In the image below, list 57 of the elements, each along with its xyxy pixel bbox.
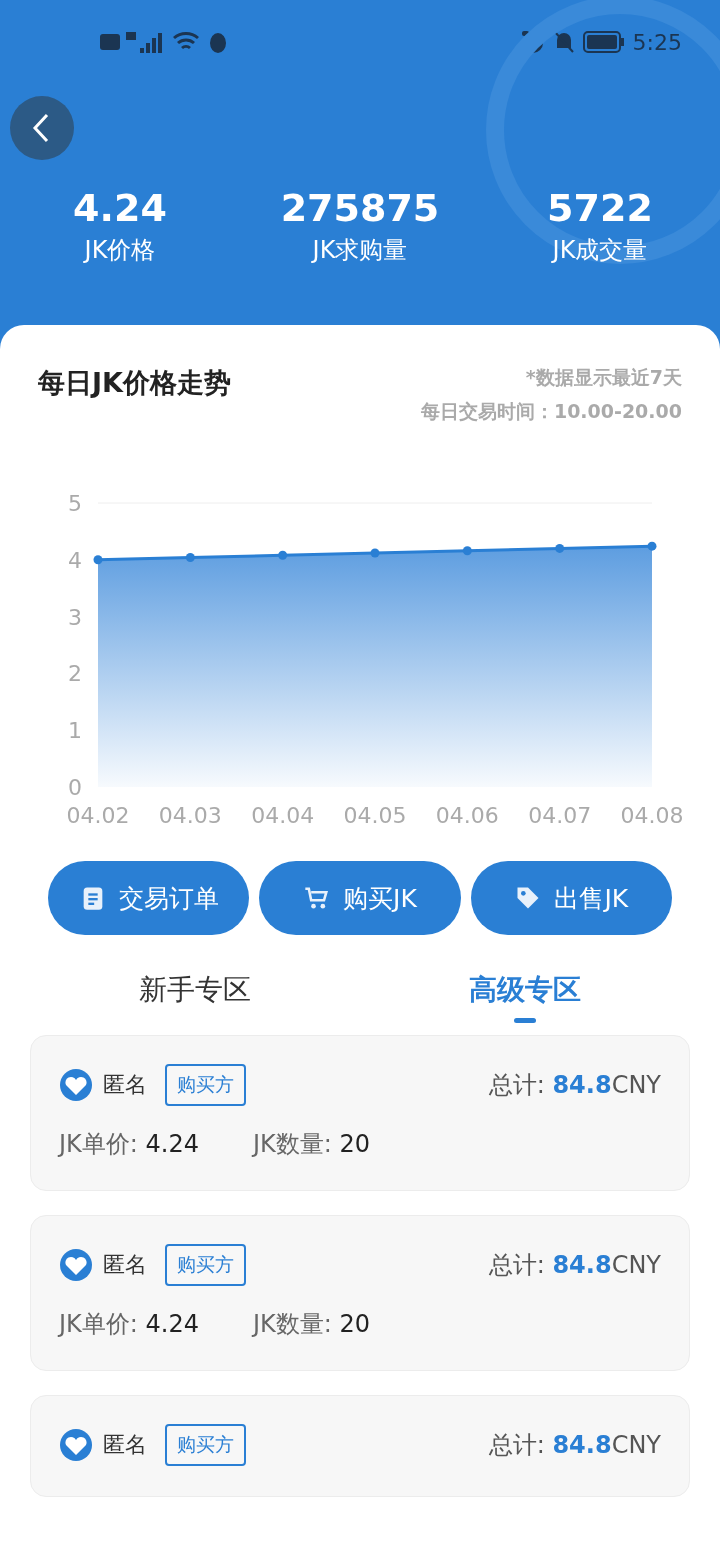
axis-label: 04.04 [251, 803, 315, 828]
user-name: 匿名 [103, 1071, 147, 1099]
axis-label: 0 [68, 775, 82, 800]
data-point [93, 555, 103, 565]
quantity: JK数量: 20 [253, 1309, 371, 1340]
data-point [555, 543, 565, 553]
stat-value: 275875 [280, 186, 440, 230]
user-name: 匿名 [103, 1431, 147, 1459]
axis-label: 04.05 [343, 803, 407, 828]
tab[interactable]: 高级专区 [360, 963, 690, 1029]
avatar-icon [59, 1248, 93, 1282]
order-card[interactable]: 匿名 购买方 总计: 84.8CNY JK单价: 4.24 JK数量: 20 [30, 1035, 690, 1191]
quantity: JK数量: 20 [253, 1129, 371, 1160]
data-point [462, 546, 472, 556]
user-name: 匿名 [103, 1251, 147, 1279]
axis-label: 04.08 [620, 803, 684, 828]
axis-label: 2 [68, 661, 82, 687]
order-total: 总计: 84.8CNY [488, 1070, 661, 1101]
role-tag: 购买方 [165, 1424, 246, 1466]
order-total: 总计: 84.8CNY [488, 1430, 661, 1461]
stat-value: 5722 [547, 186, 653, 230]
status-time: 5:25 [632, 29, 682, 55]
stat-value: 4.24 [73, 186, 167, 230]
tab-indicator [514, 1018, 536, 1023]
action-button[interactable]: 出售JK [470, 861, 672, 935]
signal-icon [100, 30, 164, 54]
order-total: 总计: 84.8CNY [488, 1250, 661, 1281]
axis-label: 4 [68, 547, 82, 573]
stat-label: JK价格 [84, 235, 156, 266]
role-tag: 购买方 [165, 1064, 246, 1106]
role-tag: 购买方 [165, 1244, 246, 1286]
axis-label: 04.06 [435, 803, 499, 828]
data-point [370, 548, 380, 558]
chart-note: *数据显示最近7天 [525, 365, 682, 390]
trading-hours: 每日交易时间：10.00-20.00 [420, 399, 682, 424]
order-card[interactable]: 匿名 购买方 总计: 84.8CNY JK单价: 4.24 JK数量: 20 [30, 1215, 690, 1371]
axis-label: 1 [68, 718, 82, 744]
unit-price: JK单价: 4.24 [59, 1309, 199, 1340]
avatar-icon [59, 1428, 93, 1462]
order-card[interactable]: 匿名 购买方 总计: 84.8CNY [30, 1395, 690, 1497]
axis-label: 04.03 [158, 803, 222, 828]
action-button[interactable]: 购买JK [259, 861, 461, 935]
axis-label: 04.07 [528, 803, 592, 828]
axis-label: 3 [68, 604, 82, 630]
data-point [278, 550, 288, 560]
axis-label: 04.02 [66, 803, 130, 828]
avatar-icon [59, 1068, 93, 1102]
unit-price: JK单价: 4.24 [59, 1129, 199, 1160]
chart-title: 每日JK价格走势 [38, 366, 231, 400]
data-point [647, 541, 657, 551]
tab[interactable]: 新手专区 [30, 963, 360, 1029]
action-button[interactable]: 交易订单 [48, 861, 250, 935]
data-point [185, 553, 195, 563]
stat-label: JK求购量 [312, 235, 408, 266]
axis-label: 5 [68, 491, 82, 516]
battery-icon [582, 31, 625, 53]
stat-label: JK成交量 [552, 235, 648, 266]
